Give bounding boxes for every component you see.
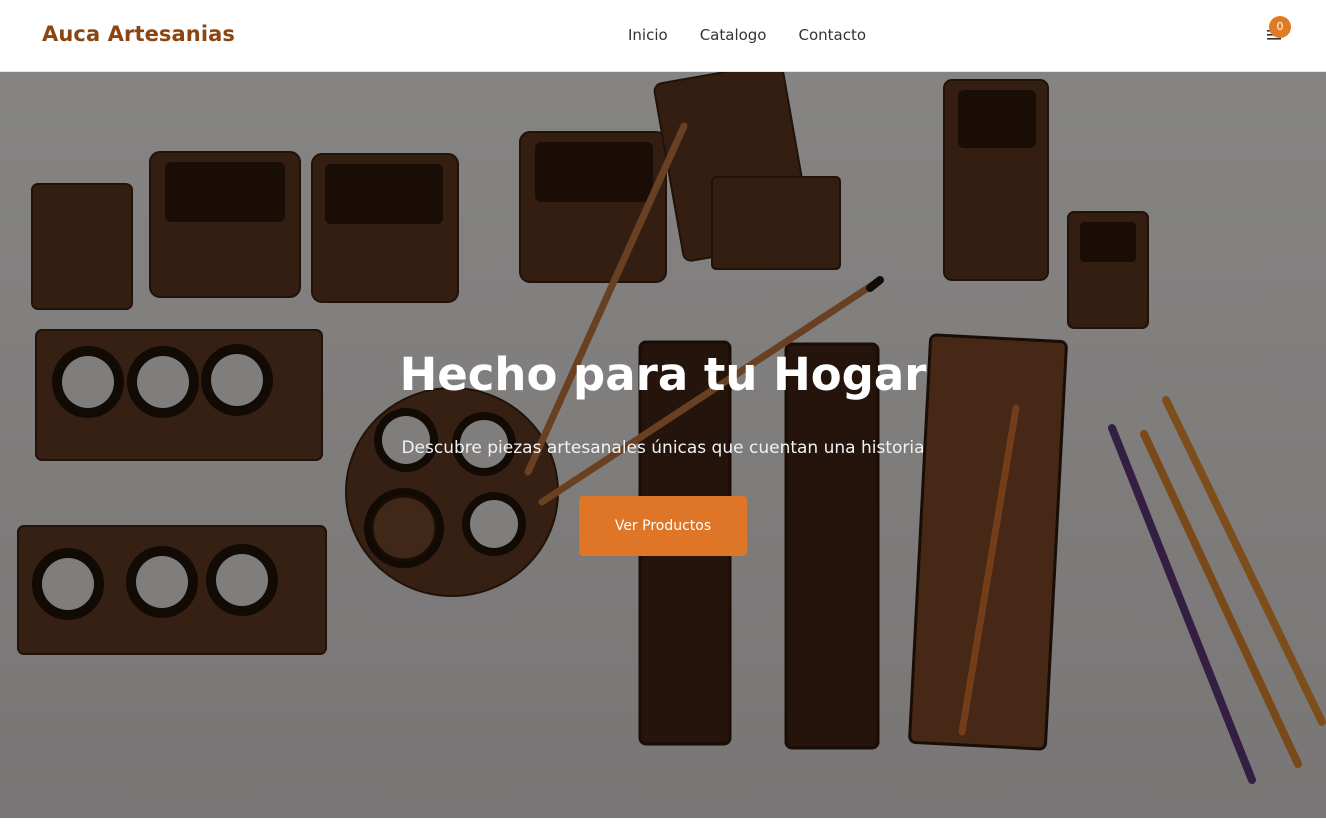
cart-button[interactable]: 0 (1264, 16, 1294, 48)
hero-title: Hecho para tu Hogar (399, 348, 927, 401)
main-nav: Inicio Catalogo Contacto (628, 26, 866, 44)
nav-link-inicio[interactable]: Inicio (628, 26, 668, 44)
nav-link-catalogo[interactable]: Catalogo (700, 26, 767, 44)
site-header: Auca Artesanias Inicio Catalogo Contacto… (0, 0, 1326, 72)
hero-section: Hecho para tu Hogar Descubre piezas arte… (0, 72, 1326, 818)
page-bottom-strip (0, 818, 1326, 828)
hero-subtitle: Descubre piezas artesanales únicas que c… (401, 438, 925, 458)
view-products-button[interactable]: Ver Productos (579, 496, 747, 556)
cart-count-badge: 0 (1269, 16, 1291, 38)
brand-logo[interactable]: Auca Artesanias (42, 22, 235, 46)
nav-link-contacto[interactable]: Contacto (799, 26, 867, 44)
